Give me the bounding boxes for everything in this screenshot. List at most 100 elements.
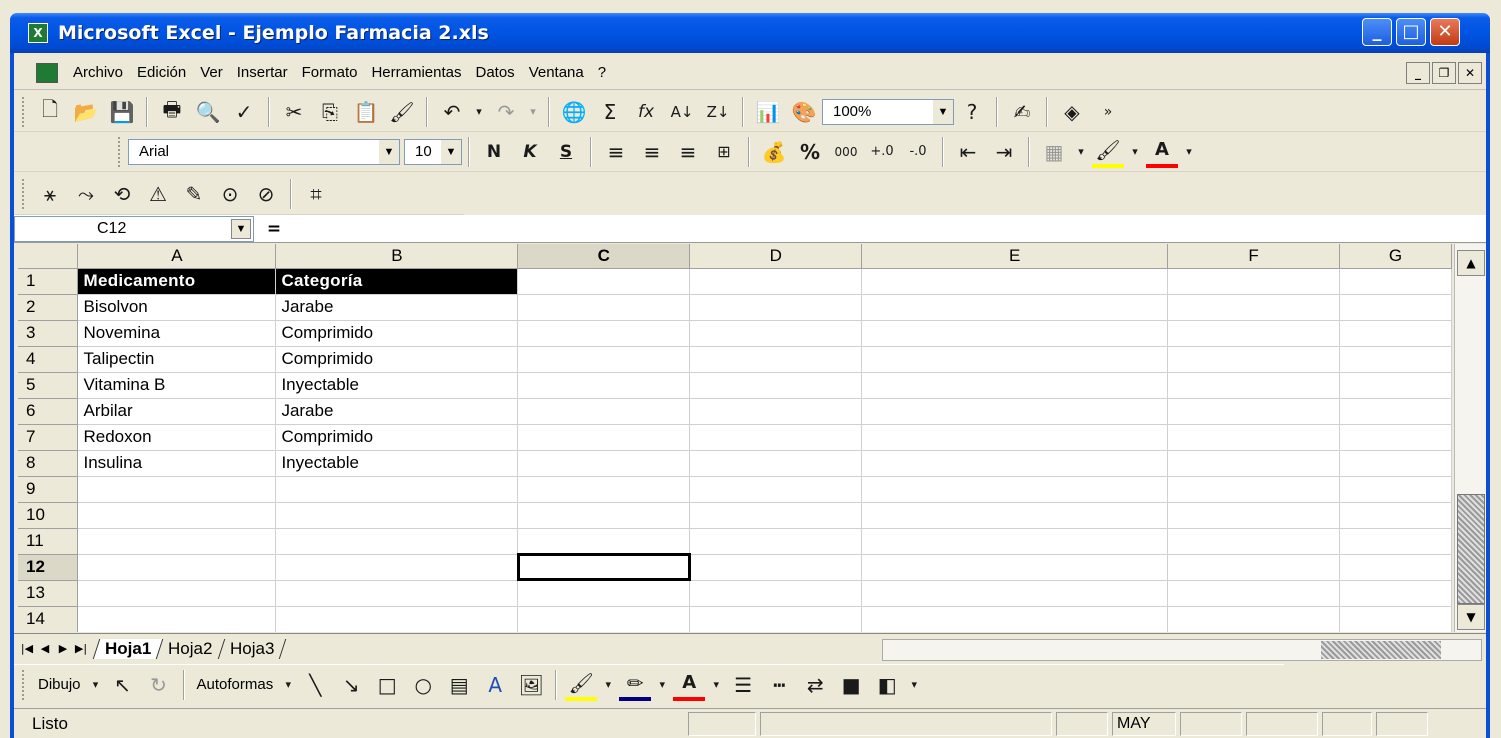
row-header[interactable]: 10	[18, 502, 79, 529]
sheet-tab-hoja2[interactable]: Hoja2	[156, 638, 224, 659]
row-header[interactable]: 12	[18, 554, 79, 581]
cell-b5[interactable]: Inyectable	[275, 372, 519, 399]
cell[interactable]	[1339, 294, 1452, 321]
align-center-icon[interactable]: ≡	[636, 136, 668, 168]
active-cell-c12[interactable]	[516, 553, 691, 581]
toolbar-options-icon[interactable]: ▾	[907, 669, 921, 701]
cell[interactable]	[1167, 554, 1340, 581]
menu-datos[interactable]: Datos	[469, 64, 522, 81]
line-color-dropdown-icon[interactable]: ▾	[655, 669, 669, 701]
cell[interactable]	[861, 580, 1169, 607]
autosum-icon[interactable]: Σ	[594, 96, 626, 128]
workbook-icon[interactable]	[36, 62, 58, 83]
font-size-select[interactable]: 10 ▼	[404, 138, 462, 165]
cell[interactable]	[275, 580, 519, 607]
dibujo-dropdown-icon[interactable]: ▾	[89, 669, 103, 701]
scroll-up-icon[interactable]: ▲	[1457, 250, 1485, 276]
cell[interactable]	[689, 398, 863, 425]
rectangle-icon[interactable]: □	[371, 669, 403, 701]
cell[interactable]	[689, 320, 863, 347]
new-icon[interactable]: 🗋	[34, 96, 66, 128]
cell[interactable]	[861, 346, 1169, 373]
menu-ayuda[interactable]: ?	[591, 64, 613, 81]
cell[interactable]	[275, 528, 519, 555]
cell-b7[interactable]: Comprimido	[275, 424, 519, 451]
cell[interactable]	[861, 606, 1169, 632]
open-icon[interactable]: 📂	[70, 96, 102, 128]
cell[interactable]	[1339, 372, 1452, 399]
cell[interactable]	[1167, 320, 1340, 347]
toolbar-grip[interactable]	[118, 136, 122, 167]
row-header[interactable]: 7	[18, 424, 79, 451]
underline-button[interactable]: S	[550, 136, 582, 168]
row-header[interactable]: 14	[18, 606, 79, 632]
cell-b2[interactable]: Jarabe	[275, 294, 519, 321]
doc-close-button[interactable]: ✕	[1458, 62, 1482, 84]
cell[interactable]	[1339, 398, 1452, 425]
print-icon[interactable]: 🖶	[156, 96, 188, 128]
zoom-dropdown-icon[interactable]: ▼	[933, 99, 953, 124]
row-header[interactable]: 3	[18, 320, 79, 347]
align-right-icon[interactable]: ≡	[672, 136, 704, 168]
paste-icon[interactable]: 📋	[350, 96, 382, 128]
sort-ascending-icon[interactable]: A↓	[666, 96, 698, 128]
cell-a4[interactable]: Talipectin	[77, 346, 277, 373]
cell-a8[interactable]: Insulina	[77, 450, 277, 477]
sheet-tab-hoja3[interactable]: Hoja3	[217, 638, 287, 659]
cell[interactable]	[517, 502, 691, 529]
clear-circles-icon[interactable]: ⊘	[250, 178, 282, 210]
cell[interactable]	[861, 294, 1169, 321]
toolbar-options-icon[interactable]: »	[1092, 96, 1124, 128]
line-icon[interactable]: ╲	[299, 669, 331, 701]
cell[interactable]	[1339, 450, 1452, 477]
sheet-tab-hoja1[interactable]: Hoja1	[92, 638, 163, 659]
toolbar-grip[interactable]	[22, 178, 26, 209]
minimize-button[interactable]: _	[1362, 18, 1392, 46]
cell[interactable]	[1339, 554, 1452, 581]
increase-decimal-icon[interactable]: +.0	[866, 136, 898, 168]
cell[interactable]	[1167, 424, 1340, 451]
borders-dropdown-icon[interactable]: ▾	[1074, 136, 1088, 168]
excel-icon[interactable]: X	[28, 23, 48, 43]
cell[interactable]	[689, 268, 863, 295]
draw-fill-dropdown-icon[interactable]: ▾	[601, 669, 615, 701]
name-box[interactable]: C12 ▼	[14, 215, 254, 242]
cell[interactable]	[689, 554, 863, 581]
cell[interactable]	[1339, 268, 1452, 295]
column-header[interactable]: B	[275, 244, 519, 269]
cell[interactable]	[1339, 528, 1452, 555]
row-header[interactable]: 13	[18, 580, 79, 607]
fill-color-icon[interactable]: 🖌	[1092, 136, 1124, 168]
cell[interactable]	[861, 502, 1169, 529]
cell-a1[interactable]: Medicamento	[77, 268, 277, 295]
cell[interactable]	[517, 320, 691, 347]
cell-b6[interactable]: Jarabe	[275, 398, 519, 425]
horizontal-scrollbar[interactable]	[882, 639, 1482, 661]
cell[interactable]	[517, 476, 691, 503]
equals-sign[interactable]: =	[254, 219, 294, 239]
formula-input[interactable]	[294, 216, 1486, 242]
font-color-dropdown-icon[interactable]: ▾	[1182, 136, 1196, 168]
bold-button[interactable]: N	[478, 136, 510, 168]
column-header[interactable]: F	[1167, 244, 1340, 269]
rotate-icon[interactable]: ↻	[143, 669, 175, 701]
line-style-icon[interactable]: ☰	[727, 669, 759, 701]
font-color-button[interactable]: A	[1146, 136, 1178, 168]
remove-arrows-icon[interactable]: ⟲	[106, 178, 138, 210]
draw-font-color-button[interactable]: A	[673, 669, 706, 701]
column-header[interactable]: D	[689, 244, 863, 269]
cell[interactable]	[517, 528, 691, 555]
clip-art-icon[interactable]: 🖼	[515, 669, 547, 701]
cell[interactable]	[689, 450, 863, 477]
cell[interactable]	[1167, 372, 1340, 399]
signature-icon[interactable]: ✍	[1006, 96, 1038, 128]
draw-fill-color-icon[interactable]: 🖌	[565, 669, 598, 701]
cell[interactable]	[517, 424, 691, 451]
cell[interactable]	[517, 346, 691, 373]
cell[interactable]	[1167, 528, 1340, 555]
watch-window-icon[interactable]: ⌗	[300, 178, 332, 210]
cell[interactable]	[689, 424, 863, 451]
cell[interactable]	[77, 606, 277, 632]
italic-button[interactable]: K	[514, 136, 546, 168]
drawing-icon[interactable]: 🎨	[788, 96, 820, 128]
